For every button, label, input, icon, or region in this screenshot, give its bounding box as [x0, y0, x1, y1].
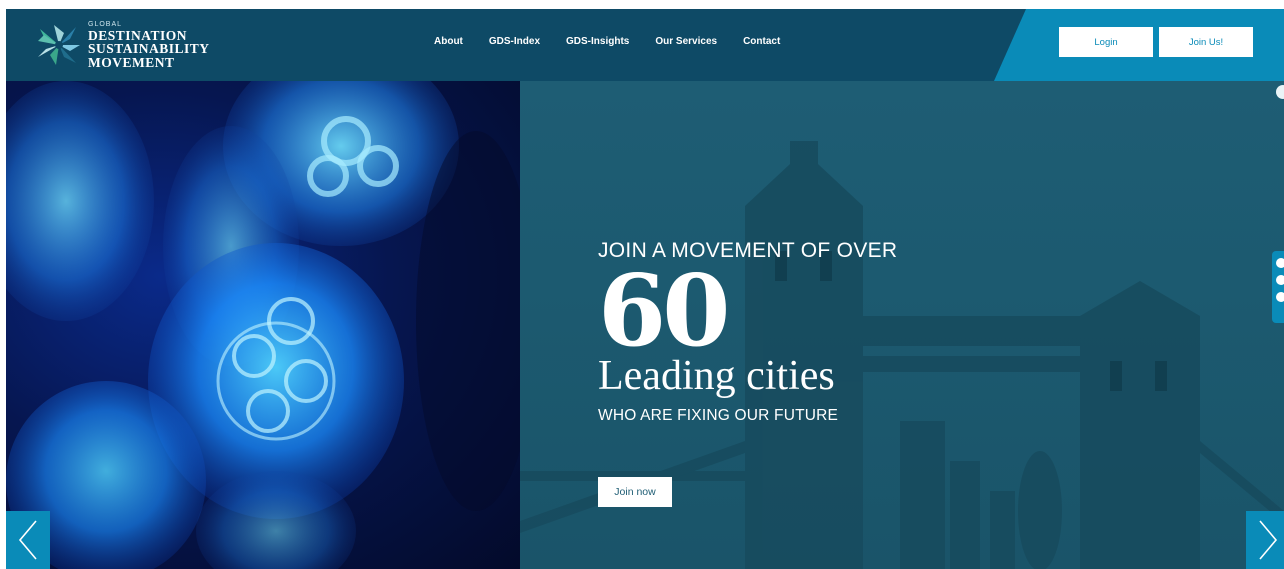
hero-image-jellyfish [6, 81, 520, 569]
leaf-logo-icon [36, 23, 82, 67]
jellyfish-illustration [6, 81, 520, 569]
brand-line-1: DESTINATION [88, 27, 188, 43]
chat-badge-icon[interactable] [1276, 85, 1284, 99]
main-nav: About GDS-Index GDS-Insights Our Service… [434, 9, 780, 73]
page: GLOBAL DESTINATION SUSTAINABILITY MOVEME… [6, 9, 1284, 569]
hero-text-block: JOIN A MOVEMENT OF OVER 60 Leading citie… [598, 239, 897, 425]
nav-item-about[interactable]: About [434, 36, 463, 47]
brand-line-2: SUSTAINABILITY [88, 41, 210, 57]
chevron-left-icon [18, 520, 37, 560]
site-header: GLOBAL DESTINATION SUSTAINABILITY MOVEME… [6, 9, 1284, 81]
join-now-button[interactable]: Join now [598, 477, 672, 507]
brand-logo[interactable]: GLOBAL DESTINATION SUSTAINABILITY MOVEME… [36, 21, 210, 69]
login-button[interactable]: Login [1059, 27, 1153, 57]
instagram-icon[interactable] [1276, 292, 1284, 302]
brand-small-text: GLOBAL [88, 20, 123, 28]
facebook-icon[interactable] [1276, 258, 1284, 268]
carousel-next-button[interactable] [1246, 511, 1284, 569]
social-sidebar [1272, 251, 1284, 323]
nav-item-our-services[interactable]: Our Services [655, 36, 717, 47]
nav-item-gds-index[interactable]: GDS-Index [489, 36, 540, 47]
hero-subline: WHO ARE FIXING OUR FUTURE [598, 407, 839, 424]
nav-item-gds-insights[interactable]: GDS-Insights [566, 36, 629, 47]
hero-headline: Leading cities [598, 353, 835, 399]
chevron-right-icon [1259, 520, 1278, 560]
nav-item-contact[interactable]: Contact [743, 36, 780, 47]
carousel-prev-button[interactable] [6, 511, 50, 569]
hero-city-count: 60 [598, 254, 730, 369]
twitter-icon[interactable] [1276, 275, 1284, 285]
brand-line-3: MOVEMENT [88, 54, 175, 70]
brand-wordmark: GLOBAL DESTINATION SUSTAINABILITY MOVEME… [88, 21, 210, 70]
join-us-button[interactable]: Join Us! [1159, 27, 1253, 57]
